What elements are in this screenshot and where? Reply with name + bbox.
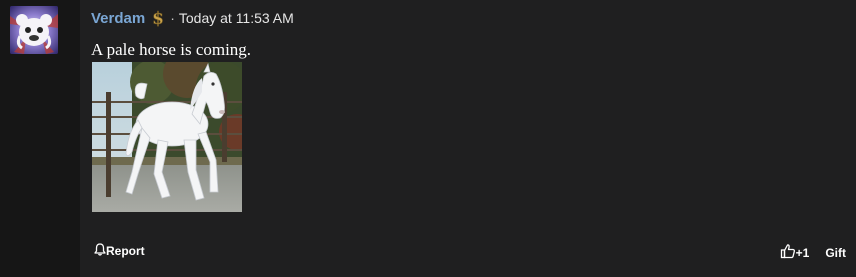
- report-label: Report: [106, 244, 145, 258]
- header-separator: ·: [170, 10, 175, 26]
- post-timestamp[interactable]: Today at 11:53 AM: [179, 10, 294, 26]
- post-header: Verdam $ · Today at 11:53 AM: [91, 8, 294, 30]
- dollar-badge-icon: $: [151, 9, 165, 30]
- post-footer-right: +1 Gift: [780, 243, 846, 262]
- like-count: +1: [795, 245, 810, 260]
- white-horse-photo: [92, 62, 242, 212]
- post-footer-left: Report: [94, 243, 145, 259]
- gift-button[interactable]: Gift: [825, 246, 846, 260]
- gift-label: Gift: [825, 245, 846, 260]
- svg-text:$: $: [152, 9, 164, 27]
- report-button[interactable]: Report: [94, 243, 145, 259]
- page: Verdam $ · Today at 11:53 AM A pale hors…: [0, 0, 856, 277]
- like-button[interactable]: +1: [780, 243, 810, 262]
- post-message: A pale horse is coming.: [91, 40, 252, 59]
- author-name[interactable]: Verdam: [91, 10, 145, 27]
- bell-icon: [94, 243, 106, 259]
- thumbs-up-icon: [780, 243, 796, 262]
- post-image[interactable]: [92, 62, 242, 212]
- avatar-image: [10, 6, 58, 54]
- avatar[interactable]: [10, 6, 58, 54]
